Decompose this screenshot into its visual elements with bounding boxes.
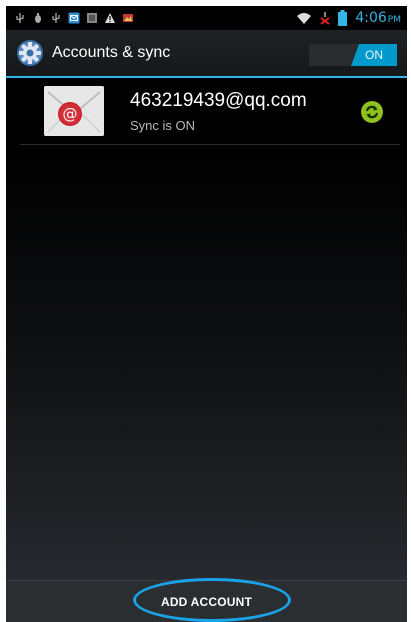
email-notification-icon bbox=[68, 12, 80, 24]
warning-icon bbox=[105, 13, 115, 23]
signal-off-icon bbox=[320, 12, 330, 25]
toggle-on-label: ON bbox=[351, 44, 397, 66]
svg-text:@: @ bbox=[63, 105, 78, 123]
usb-icon bbox=[52, 13, 60, 23]
clock: 4:06PM bbox=[355, 10, 401, 26]
account-email: 463219439@qq.com bbox=[130, 90, 307, 111]
clock-ampm: PM bbox=[387, 15, 401, 25]
sync-icon[interactable] bbox=[360, 100, 384, 124]
battery-icon bbox=[338, 10, 348, 26]
content-area bbox=[6, 146, 407, 580]
storage-icon bbox=[87, 13, 97, 23]
status-bar: 4:06PM bbox=[6, 6, 407, 30]
settings-gear-icon[interactable] bbox=[14, 37, 46, 69]
account-sync-status: Sync is ON bbox=[130, 118, 196, 133]
device-screen: 4:06PM Accounts & sync ON @ 463219439@qq… bbox=[6, 6, 407, 622]
usb-icon bbox=[16, 13, 24, 23]
wifi-icon bbox=[297, 13, 312, 24]
toggle-off-track bbox=[309, 44, 351, 66]
sync-master-toggle[interactable]: ON bbox=[309, 44, 397, 66]
debug-icon bbox=[35, 13, 41, 23]
page-title: Accounts & sync bbox=[52, 44, 171, 61]
photo-icon bbox=[123, 14, 133, 22]
action-bar: Accounts & sync ON bbox=[6, 30, 407, 78]
add-account-button[interactable]: ADD ACCOUNT bbox=[161, 595, 252, 609]
email-app-icon: @ bbox=[44, 86, 104, 136]
account-list-item[interactable]: @ 463219439@qq.com Sync is ON bbox=[20, 80, 400, 145]
bottom-button-bar: ADD ACCOUNT bbox=[6, 580, 407, 622]
